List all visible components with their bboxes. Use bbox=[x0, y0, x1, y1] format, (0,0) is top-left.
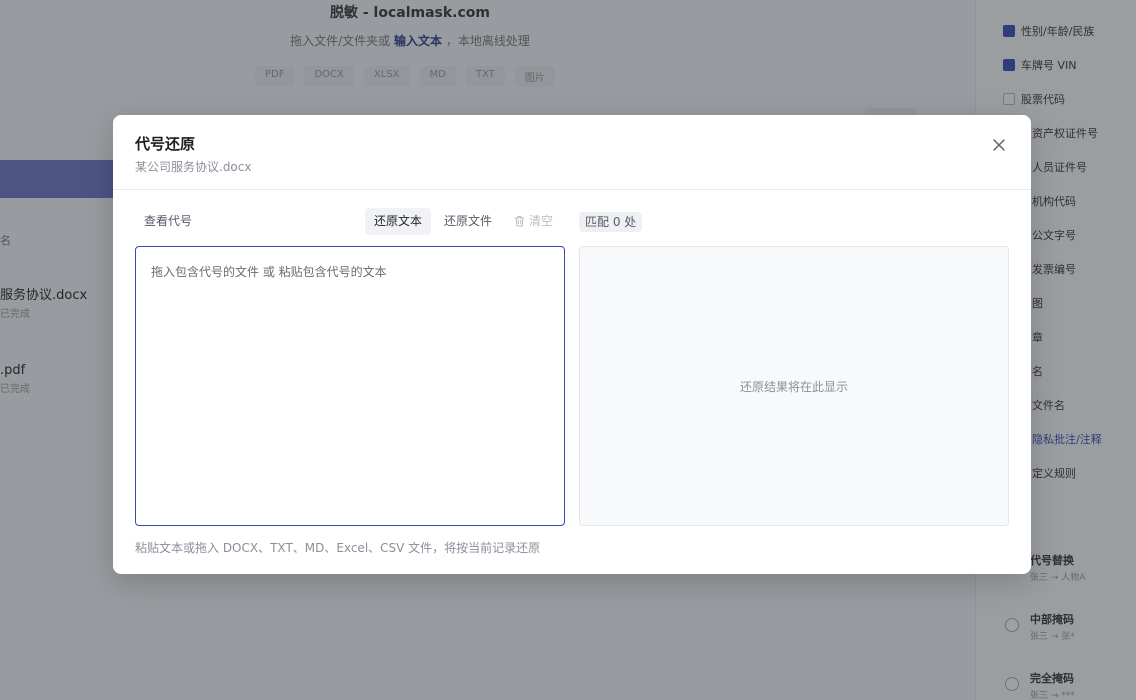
usage-hint: 粘贴文本或拖入 DOCX、TXT、MD、Excel、CSV 文件，将按当前记录还… bbox=[135, 541, 541, 555]
dialog-toolbar: 查看代号 还原文本 还原文件 清空 匹配 0 处 bbox=[135, 208, 1009, 236]
input-pane[interactable] bbox=[135, 246, 565, 526]
restore-file-tab[interactable]: 还原文件 bbox=[435, 208, 501, 235]
match-count-badge: 匹配 0 处 bbox=[579, 212, 643, 232]
code-text-input[interactable] bbox=[136, 247, 564, 525]
restore-text-tab[interactable]: 还原文本 bbox=[365, 208, 432, 235]
dialog-title: 代号还原 bbox=[135, 135, 196, 153]
output-pane: 还原结果将在此显示 bbox=[579, 246, 1009, 526]
dialog-header: 代号还原 某公司服务协议.docx bbox=[113, 115, 1031, 190]
view-codes-button[interactable]: 查看代号 bbox=[135, 208, 201, 235]
close-icon[interactable] bbox=[991, 137, 1007, 153]
trash-icon bbox=[514, 210, 525, 237]
restore-dialog: 代号还原 某公司服务协议.docx 查看代号 还原文本 还原文件 清空 匹配 0… bbox=[113, 115, 1031, 574]
clear-button[interactable]: 清空 bbox=[505, 208, 562, 235]
output-placeholder: 还原结果将在此显示 bbox=[739, 379, 848, 394]
dialog-filename: 某公司服务协议.docx bbox=[135, 160, 252, 174]
